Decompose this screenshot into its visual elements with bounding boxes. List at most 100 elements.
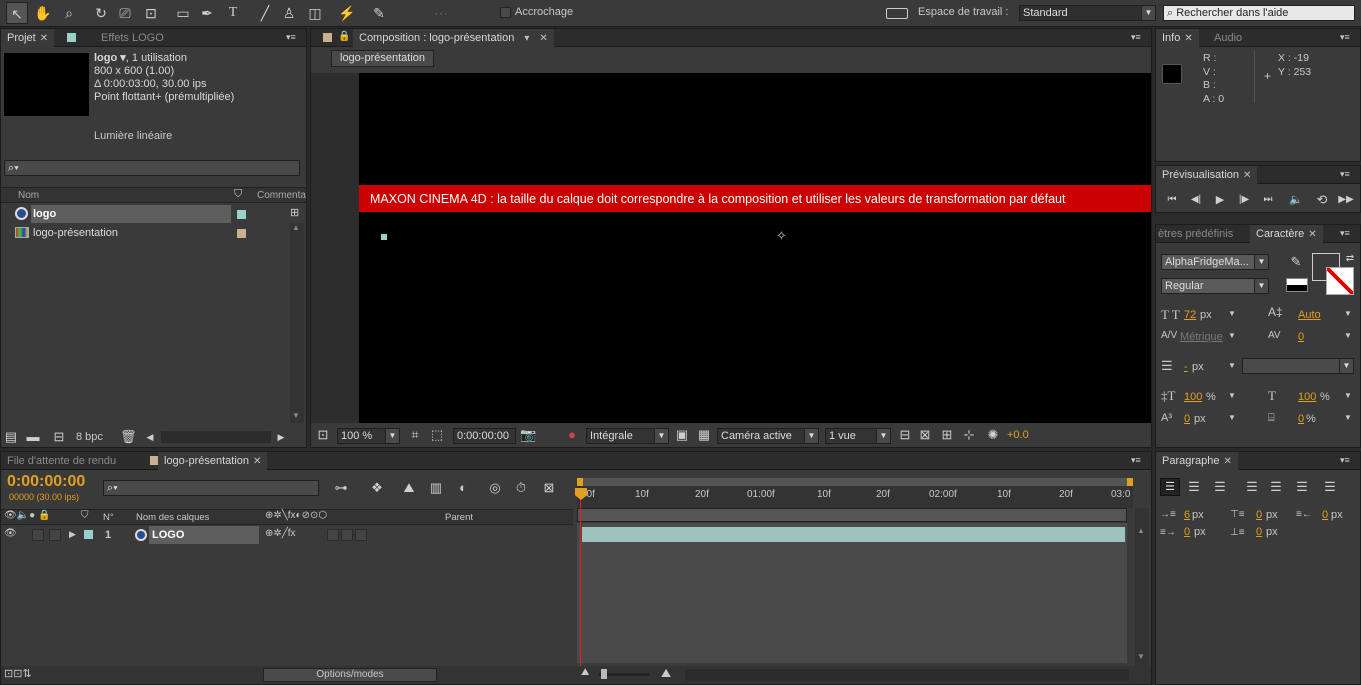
label-swatch[interactable] [84, 530, 93, 539]
panel-menu-icon[interactable]: ▾≡ [1131, 32, 1145, 42]
indent-left-value[interactable]: 6 [1184, 509, 1190, 521]
scroll-down-icon[interactable]: ▼ [1137, 652, 1145, 661]
close-icon[interactable]: ✕ [1184, 33, 1192, 44]
camera-tool-icon[interactable]: ⎚ [114, 2, 136, 24]
hand-tool-icon[interactable]: ✋ [32, 2, 54, 24]
space-before-value[interactable]: 0 [1256, 509, 1262, 521]
first-frame-icon[interactable]: ⏮ [1164, 192, 1180, 208]
col-layer-name[interactable]: Nom des calques [136, 512, 209, 523]
eyedropper-icon[interactable]: ✎ [1288, 254, 1304, 270]
tab-render-queue[interactable]: File d'attente de rendu [1, 452, 122, 470]
indent-right-value[interactable]: 0 [1322, 509, 1328, 521]
stroke-style-dropdown[interactable]: ▼ [1242, 358, 1354, 374]
current-time-indicator[interactable] [580, 490, 581, 666]
leading-value[interactable]: Auto [1298, 309, 1321, 321]
layer-duration-bar[interactable] [582, 527, 1125, 542]
mask-visibility-icon[interactable]: ⬚ [429, 427, 445, 443]
layer-search-input[interactable]: ⌕▾ [103, 480, 319, 496]
play-icon[interactable]: ▶ [1212, 192, 1228, 208]
close-icon[interactable]: ✕ [539, 33, 547, 44]
first-line-indent-value[interactable]: 0 [1184, 526, 1190, 538]
white-black-swatch[interactable] [1286, 278, 1308, 292]
panel-menu-icon[interactable]: ▾≡ [1340, 228, 1354, 238]
views-dropdown[interactable]: 1 vue ▼ [825, 428, 891, 444]
baseline-shift-value[interactable]: 0 [1184, 413, 1190, 425]
tab-audio[interactable]: Audio [1208, 29, 1248, 47]
timeline-current-time[interactable]: 0:00:00:00 [7, 473, 85, 491]
comp-breadcrumb[interactable]: logo-présentation [331, 50, 435, 67]
stroke-color-swatch[interactable] [1326, 267, 1354, 295]
vertical-scale-value[interactable]: 100 [1184, 391, 1202, 403]
interpret-footage-icon[interactable]: ▤ [4, 429, 18, 445]
swap-colors-icon[interactable]: ⇄ [1344, 251, 1356, 267]
help-search-input[interactable]: ⌕ Rechercher dans l'aide [1163, 5, 1355, 21]
puppet-pin-tool-icon[interactable]: ✎ [368, 2, 390, 24]
space-after-value[interactable]: 0 [1256, 526, 1262, 538]
transparency-grid-icon[interactable]: ▦ [696, 427, 712, 443]
font-family-dropdown[interactable]: AlphaFridgeMa... ▼ [1161, 254, 1269, 270]
layer-name[interactable]: LOGO [152, 529, 184, 541]
tab-character[interactable]: Caractère ✕ [1250, 225, 1323, 243]
new-composition-icon[interactable]: ⊟ [51, 429, 67, 445]
exposure-value[interactable]: +0.0 [1007, 429, 1029, 441]
hide-shy-layers-icon[interactable]: ⛰ [399, 480, 419, 496]
chevron-down-icon[interactable]: ▼ [1344, 331, 1352, 340]
tab-effects[interactable]: Effets LOGO [95, 29, 170, 47]
resolution-dropdown[interactable]: Intégrale ▼ [586, 428, 669, 444]
col-comment[interactable]: Commentai [257, 190, 306, 201]
clone-stamp-tool-icon[interactable]: ♙ [278, 2, 300, 24]
scroll-down-icon[interactable]: ▼ [292, 411, 300, 420]
audio-toggle[interactable] [32, 529, 44, 541]
panel-menu-icon[interactable]: ▾≡ [1340, 32, 1354, 42]
col-name[interactable]: Nom [18, 190, 39, 201]
scroll-right-icon[interactable]: ▶ [275, 429, 287, 445]
crosshair-icon[interactable]: ✧ [776, 228, 787, 244]
chevron-down-icon[interactable]: ▼ [1228, 413, 1236, 422]
layer-anchor-marker[interactable] [381, 234, 387, 240]
tab-preview[interactable]: Prévisualisation ✕ [1156, 166, 1258, 184]
pen-tool-icon[interactable]: ✒ [196, 2, 218, 24]
tab-project[interactable]: Projet ✕ [1, 29, 55, 47]
new-folder-icon[interactable]: ▬ [26, 429, 40, 445]
switch-box[interactable] [355, 529, 367, 541]
tab-timeline-comp[interactable]: logo-présentation ✕ [158, 452, 268, 470]
text-tool-icon[interactable]: T [222, 2, 244, 24]
rectangle-tool-icon[interactable]: ▭ [172, 2, 194, 24]
close-icon[interactable]: ✕ [1243, 170, 1251, 181]
switch-box[interactable] [341, 529, 353, 541]
ram-preview-icon[interactable]: ▶▶ [1338, 192, 1354, 208]
roto-brush-tool-icon[interactable]: ⚡ [336, 2, 358, 24]
tab-paragraph[interactable]: Paragraphe ✕ [1156, 452, 1238, 470]
brush-tool-icon[interactable]: ╱ [254, 2, 276, 24]
audio-icon[interactable]: 🔈 [1288, 192, 1304, 208]
flowchart-icon[interactable]: ⊞ [290, 206, 304, 220]
always-preview-icon[interactable]: ⊡ [315, 427, 331, 443]
justify-right-icon[interactable]: ☰ [1292, 479, 1312, 495]
tab-presets[interactable]: ètres prédéfinis [1156, 225, 1239, 243]
chevron-down-icon[interactable]: ▼ [1228, 331, 1236, 340]
close-icon[interactable]: ✕ [1224, 456, 1232, 467]
options-modes-button[interactable]: Options/modes [263, 668, 437, 682]
comp-mini-flowchart-icon[interactable]: ⊶ [329, 480, 353, 496]
list-item[interactable]: logo [1, 205, 291, 223]
work-area-bar[interactable] [577, 478, 1133, 486]
zoom-slider-thumb[interactable] [601, 669, 607, 679]
tab-info[interactable]: Info ✕ [1156, 29, 1199, 47]
scroll-up-icon[interactable]: ▲ [1137, 526, 1145, 535]
bpc-label[interactable]: 8 bpc [76, 431, 103, 443]
table-row[interactable]: 👁 ▶ 1 LOGO ⊕✲╱fx [1, 526, 573, 544]
panel-menu-icon[interactable]: ▾≡ [1340, 169, 1354, 179]
draft-3d-icon[interactable]: ❖ [367, 480, 387, 496]
expand-triangle-icon[interactable]: ▶ [69, 529, 76, 540]
col-num[interactable]: N° [103, 512, 114, 523]
time-navigator[interactable] [577, 508, 1127, 522]
zoom-in-icon[interactable]: ⛰ [661, 666, 671, 681]
selection-tool-icon[interactable]: ↖ [6, 2, 28, 24]
project-search-input[interactable]: ⌕▾ [4, 160, 300, 176]
chevron-down-icon[interactable]: ▼ [1228, 309, 1236, 318]
panel-menu-icon[interactable]: ▾≡ [286, 32, 300, 42]
horizontal-scale-value[interactable]: 100 [1298, 391, 1316, 403]
panel-menu-icon[interactable]: ▾≡ [1340, 455, 1354, 465]
rgb-channels-icon[interactable]: ● [564, 427, 580, 443]
lock-icon[interactable]: 🔒 [338, 31, 350, 42]
